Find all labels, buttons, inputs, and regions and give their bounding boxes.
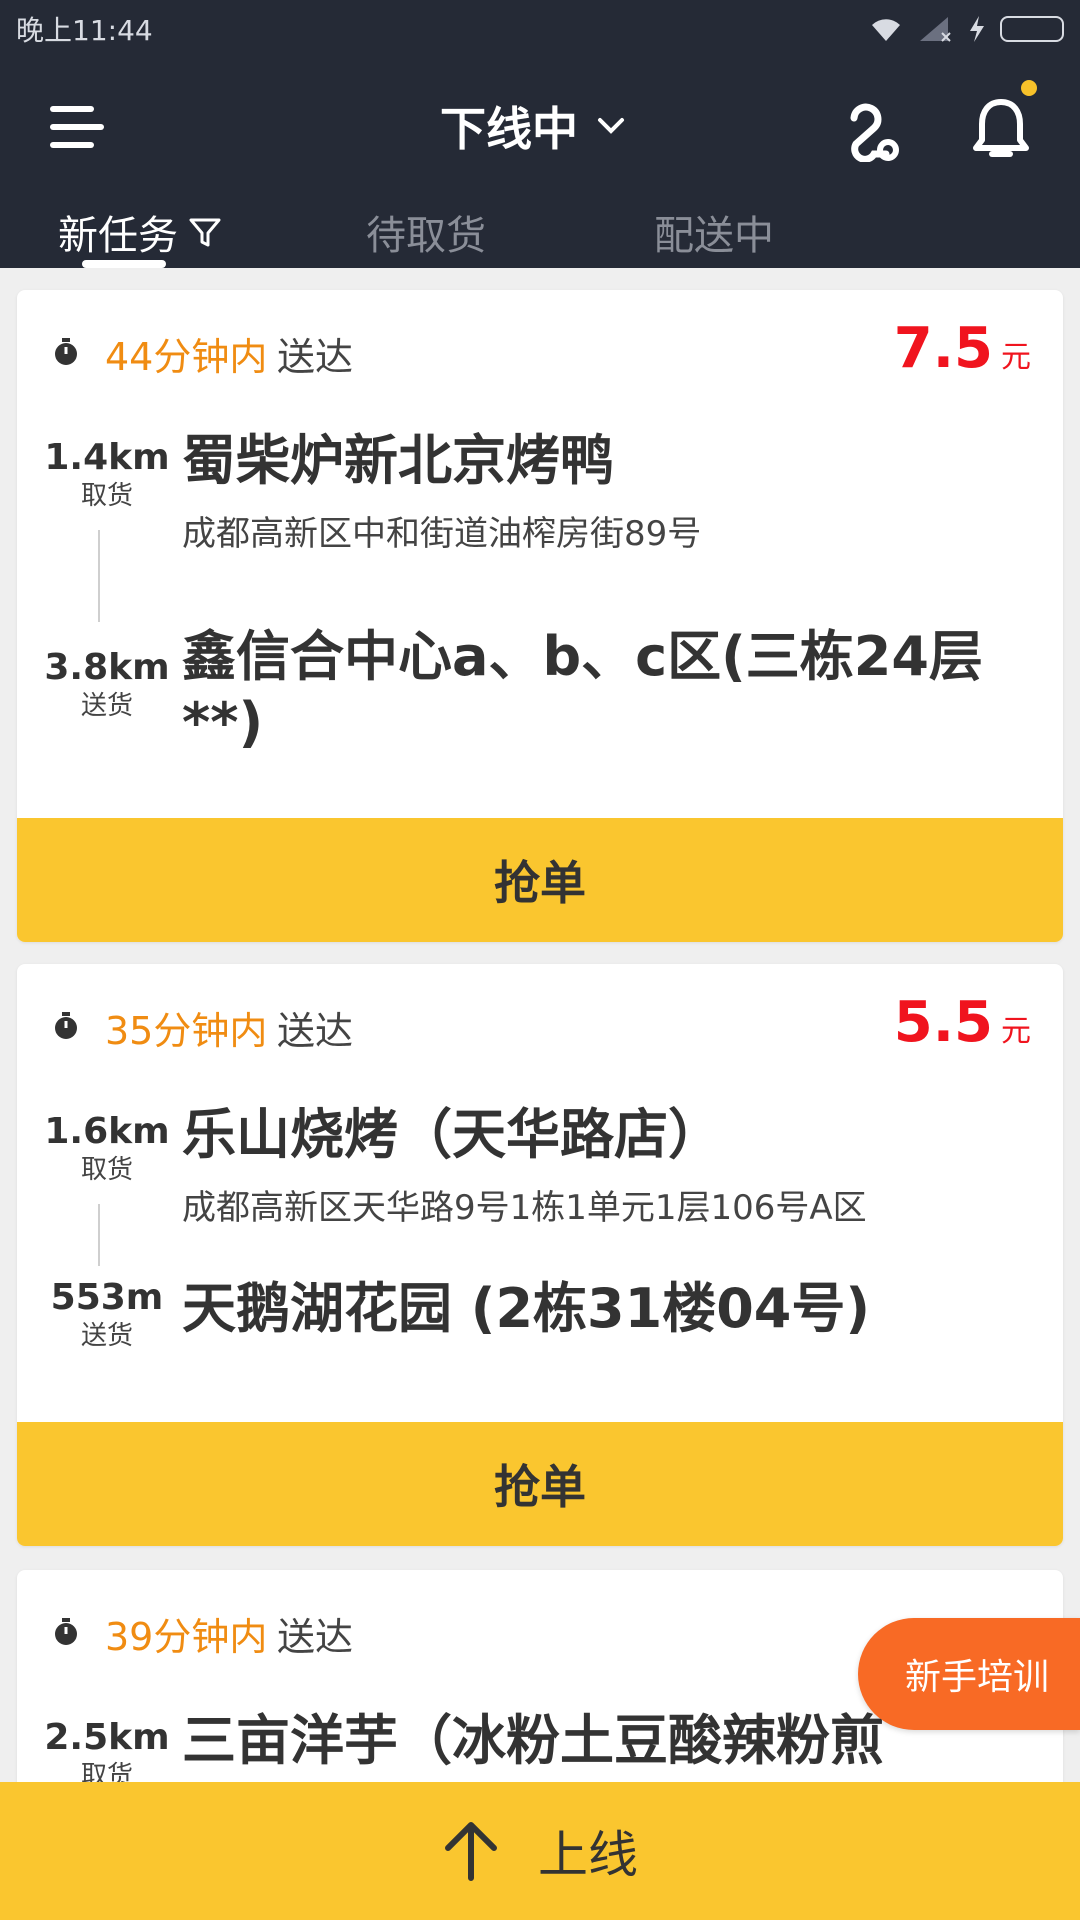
route-connector xyxy=(98,1204,100,1266)
grab-order-button[interactable]: 抢单 xyxy=(17,818,1063,942)
go-online-button[interactable]: 上线 xyxy=(0,1782,1080,1920)
order-card: 44分钟内 送达 7.5 元 1.4km 取货 蜀柴炉新北京烤鸭 成都高新区中和… xyxy=(17,290,1063,942)
tab-label: 新任务 xyxy=(58,213,178,259)
stopwatch-icon xyxy=(55,338,77,365)
order-card-header: 44分钟内 送达 7.5 元 xyxy=(17,290,1063,400)
grab-order-button[interactable]: 抢单 xyxy=(17,1422,1063,1546)
eta-time: 35分钟内 xyxy=(105,1009,268,1053)
menu-icon[interactable] xyxy=(50,104,104,152)
battery-icon xyxy=(1000,16,1064,42)
price-value: 7.5 xyxy=(893,316,993,381)
work-status-label: 下线中 xyxy=(440,102,578,156)
order-price: 7.5 元 xyxy=(894,316,1031,381)
signal-icon xyxy=(918,15,954,43)
eta-suffix: 送达 xyxy=(277,1009,354,1053)
eta-time: 39分钟内 xyxy=(105,1615,268,1659)
charging-icon xyxy=(968,15,986,43)
eta-time: 44分钟内 xyxy=(105,335,268,379)
tab-label: 配送中 xyxy=(654,213,774,259)
dropoff-distance: 3.8km 送货 xyxy=(44,647,170,721)
tab-bar: 新任务 待取货 配送中 xyxy=(0,196,1080,268)
dropoff-distance: 553m 送货 xyxy=(50,1277,164,1351)
eta-suffix: 送达 xyxy=(277,335,354,379)
stopwatch-icon xyxy=(55,1618,77,1645)
pickup-distance: 1.4km 取货 xyxy=(44,437,170,511)
order-card-header: 35分钟内 送达 5.5 元 xyxy=(17,964,1063,1074)
status-bar: 晚上11:44 xyxy=(0,0,1080,58)
dropoff-name: 天鹅湖花园 (2栋31楼04号) xyxy=(182,1277,871,1340)
pickup-address: 成都高新区中和街道油榨房街89号 xyxy=(182,514,702,554)
arrow-up-icon xyxy=(445,1822,497,1881)
tab-label: 待取货 xyxy=(366,213,486,259)
stopwatch-icon xyxy=(55,1012,77,1039)
dropoff-name: 鑫信合中心a、b、c区(三栋24层**) xyxy=(182,625,983,754)
pickup-address: 成都高新区天华路9号1栋1单元1层106号A区 xyxy=(182,1188,867,1228)
work-status-dropdown[interactable]: 下线中 xyxy=(440,96,626,156)
pickup-distance: 1.6km 取货 xyxy=(44,1111,170,1185)
tab-new-tasks[interactable]: 新任务 xyxy=(58,196,222,268)
order-card: 35分钟内 送达 5.5 元 1.6km 取货 乐山烧烤（天华路店） 成都高新区… xyxy=(17,964,1063,1546)
price-unit: 元 xyxy=(1001,1014,1031,1049)
order-price: 5.5 元 xyxy=(894,990,1031,1055)
wifi-icon xyxy=(868,15,904,43)
status-icons xyxy=(868,15,1064,43)
bell-icon[interactable] xyxy=(970,96,1032,162)
status-time: 晚上11:44 xyxy=(16,14,153,47)
chevron-down-icon xyxy=(598,118,624,134)
go-online-label: 上线 xyxy=(538,1826,638,1884)
eta-suffix: 送达 xyxy=(277,1615,354,1659)
beginner-training-button[interactable]: 新手培训 xyxy=(858,1618,1080,1730)
active-tab-indicator xyxy=(82,260,166,268)
pickup-shop-name: 蜀柴炉新北京烤鸭 xyxy=(182,429,614,492)
app-header: 下线中 新任务 待取货 配送中 xyxy=(0,58,1080,268)
pickup-distance: 2.5km 取货 xyxy=(44,1717,170,1791)
tab-awaiting-pickup[interactable]: 待取货 xyxy=(366,196,486,268)
tab-delivering[interactable]: 配送中 xyxy=(654,196,774,268)
price-value: 5.5 xyxy=(893,990,993,1055)
filter-icon[interactable] xyxy=(188,215,222,249)
pickup-shop-name: 乐山烧烤（天华路店） xyxy=(182,1103,722,1166)
notification-dot xyxy=(1021,80,1037,96)
price-unit: 元 xyxy=(1001,340,1031,375)
route-connector xyxy=(98,530,100,622)
route-icon[interactable] xyxy=(844,98,904,162)
